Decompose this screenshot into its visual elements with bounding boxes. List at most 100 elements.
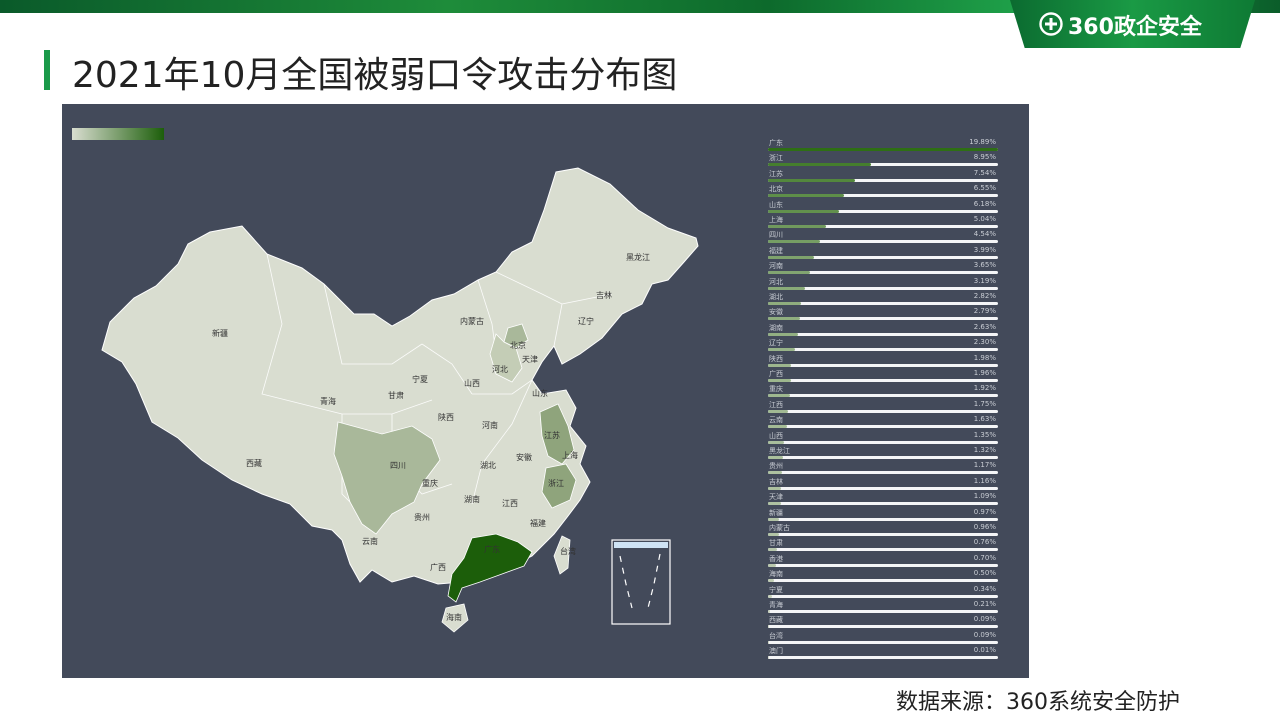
ranking-province-label: 河南 bbox=[769, 262, 783, 271]
ranking-bar bbox=[768, 640, 770, 644]
ranking-bar-track bbox=[768, 255, 998, 259]
ranking-bar bbox=[768, 610, 771, 613]
ranking-row: 云南 1.63% bbox=[768, 415, 998, 430]
ranking-bar-track bbox=[768, 456, 998, 459]
map-label: 贵州 bbox=[414, 512, 430, 522]
ranking-bar bbox=[768, 286, 805, 290]
ranking-province-label: 河北 bbox=[769, 277, 783, 286]
ranking-row: 河北 3.19% bbox=[768, 277, 998, 292]
ranking-bar bbox=[768, 240, 821, 244]
brand-name: 360政企安全 bbox=[1068, 15, 1202, 40]
ranking-row: 青海 0.21% bbox=[768, 600, 998, 615]
ranking-row: 香港 0.70% bbox=[768, 554, 998, 569]
ranking-bar-track bbox=[768, 533, 998, 536]
ranking-row: 北京 6.55% bbox=[768, 184, 998, 199]
ranking-bar-track bbox=[768, 409, 998, 413]
ranking-value-label: 2.30% bbox=[973, 338, 996, 347]
ranking-province-label: 广西 bbox=[769, 370, 783, 378]
color-scale-legend bbox=[72, 128, 164, 140]
ranking-value-label: 1.09% bbox=[973, 492, 996, 501]
ranking-value-label: 0.34% bbox=[973, 584, 996, 593]
ranking-row: 江西 1.75% bbox=[768, 400, 998, 415]
brand-logo-icon bbox=[1039, 12, 1063, 36]
ranking-value-label: 0.70% bbox=[973, 553, 996, 562]
ranking-bar bbox=[768, 332, 799, 336]
ranking-bar bbox=[768, 209, 840, 213]
ranking-bar bbox=[768, 440, 784, 444]
ranking-bar-track bbox=[768, 317, 998, 321]
ranking-bar bbox=[768, 317, 801, 321]
ranking-bar-track bbox=[768, 517, 998, 521]
ranking-province-label: 陕西 bbox=[769, 354, 783, 363]
ranking-row: 福建 3.99% bbox=[768, 246, 998, 261]
map-label: 新疆 bbox=[212, 328, 228, 338]
ranking-value-label: 2.82% bbox=[973, 292, 996, 300]
ranking-row: 四川 4.54% bbox=[768, 230, 998, 245]
map-label: 宁夏 bbox=[412, 374, 428, 384]
ranking-province-label: 台湾 bbox=[769, 631, 783, 640]
ranking-value-label: 1.63% bbox=[973, 415, 996, 424]
ranking-value-label: 5.04% bbox=[973, 215, 996, 223]
ranking-bar-track bbox=[768, 209, 998, 213]
ranking-province-label: 福建 bbox=[769, 246, 783, 255]
map-label: 云南 bbox=[362, 536, 378, 546]
map-label: 广东 bbox=[484, 544, 500, 554]
ranking-province-label: 江西 bbox=[769, 400, 783, 409]
ranking-province-label: 青海 bbox=[769, 601, 783, 609]
ranking-row: 浙江 8.95% bbox=[768, 153, 998, 168]
map-label: 西藏 bbox=[246, 458, 262, 468]
ranking-value-label: 7.54% bbox=[973, 168, 996, 177]
ranking-row: 宁夏 0.34% bbox=[768, 585, 998, 600]
ranking-row: 湖北 2.82% bbox=[768, 292, 998, 307]
ranking-row: 西藏 0.09% bbox=[768, 615, 998, 630]
ranking-row: 山西 1.35% bbox=[768, 431, 998, 446]
map-label: 黑龙江 bbox=[626, 252, 650, 262]
ranking-province-label: 新疆 bbox=[769, 508, 783, 517]
map-label: 山西 bbox=[464, 378, 480, 388]
ranking-bar bbox=[768, 517, 780, 521]
map-label: 江西 bbox=[502, 499, 518, 508]
ranking-bar-track bbox=[768, 563, 998, 567]
map-label: 四川 bbox=[390, 461, 406, 470]
ranking-province-label: 甘肃 bbox=[769, 539, 783, 548]
ranking-value-label: 3.65% bbox=[973, 261, 996, 270]
ranking-bar bbox=[768, 302, 801, 305]
ranking-province-label: 内蒙古 bbox=[769, 524, 790, 532]
ranking-province-label: 湖南 bbox=[769, 323, 783, 332]
ranking-value-label: 6.18% bbox=[973, 199, 996, 208]
ranking-province-label: 上海 bbox=[769, 216, 783, 224]
ranking-value-label: 1.96% bbox=[973, 369, 996, 377]
ranking-province-label: 北京 bbox=[769, 185, 783, 194]
ranking-bar-track bbox=[768, 425, 998, 429]
ranking-bar-track bbox=[768, 656, 998, 660]
ranking-province-label: 四川 bbox=[769, 231, 783, 240]
ranking-bar bbox=[768, 594, 772, 598]
ranking-province-label: 湖北 bbox=[769, 293, 783, 301]
ranking-bar-track bbox=[768, 332, 998, 336]
ranking-bar bbox=[768, 255, 815, 259]
ranking-row: 湖南 2.63% bbox=[768, 323, 998, 338]
ranking-bar bbox=[768, 471, 782, 475]
map-label: 北京 bbox=[510, 340, 526, 350]
map-label: 湖北 bbox=[480, 461, 496, 470]
data-source-note: 数据来源：360系统安全防护 bbox=[896, 690, 1180, 715]
map-label: 天津 bbox=[522, 354, 538, 364]
ranking-province-label: 重庆 bbox=[769, 385, 783, 394]
ranking-value-label: 0.01% bbox=[973, 646, 996, 655]
ranking-value-label: 0.76% bbox=[973, 538, 996, 547]
ranking-bar bbox=[768, 379, 791, 382]
ranking-province-label: 澳门 bbox=[769, 647, 783, 656]
ranking-value-label: 1.32% bbox=[973, 446, 996, 454]
title-accent bbox=[44, 50, 50, 90]
ranking-bar bbox=[768, 486, 782, 490]
ranking-value-label: 2.63% bbox=[973, 322, 996, 331]
ranking-row: 澳门 0.01% bbox=[768, 646, 998, 661]
ranking-bar-track bbox=[768, 148, 998, 151]
ranking-bar-track bbox=[768, 194, 998, 198]
ranking-bar-track bbox=[768, 471, 998, 475]
ranking-value-label: 8.95% bbox=[973, 153, 996, 162]
ranking-province-label: 香港 bbox=[769, 554, 783, 563]
ranking-value-label: 1.75% bbox=[973, 399, 996, 408]
ranking-bar bbox=[768, 625, 770, 629]
ranking-value-label: 0.97% bbox=[973, 507, 996, 516]
